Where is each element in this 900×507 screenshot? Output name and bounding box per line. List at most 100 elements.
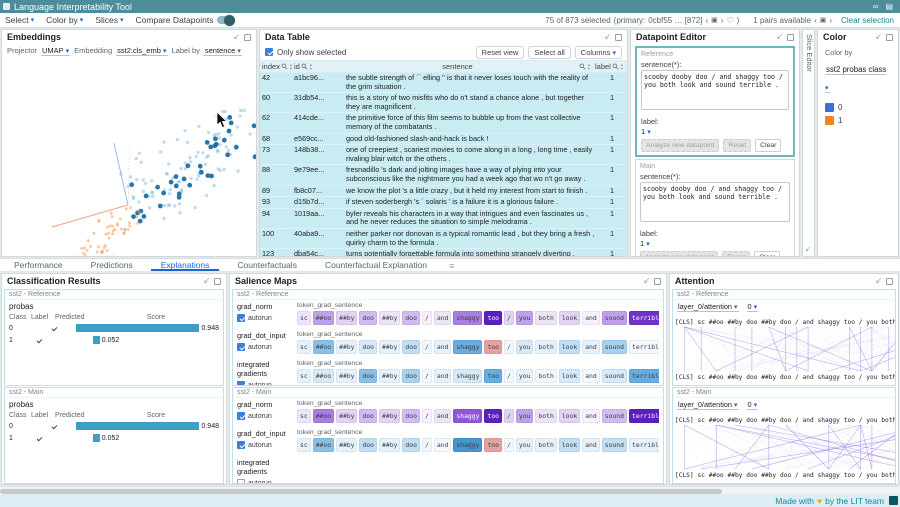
- table-row[interactable]: 42a1bc96...the subtle strength of `` ell…: [260, 73, 627, 93]
- salience-token[interactable]: too: [484, 409, 502, 423]
- tab-performance[interactable]: Performance: [0, 259, 77, 271]
- tab-counterfactuals[interactable]: Counterfactuals: [223, 259, 311, 271]
- salience-token[interactable]: both: [535, 340, 556, 354]
- salience-token[interactable]: ##by: [379, 340, 400, 354]
- salience-token[interactable]: shaggy: [453, 438, 482, 452]
- pin-datapoint-icon[interactable]: ▣: [711, 16, 718, 24]
- salience-token[interactable]: you: [516, 311, 534, 325]
- table-row[interactable]: 889e79ee...fresnadillo 's dark and jolti…: [260, 165, 627, 185]
- embedding-select[interactable]: sst2:cls_emb ▾: [116, 46, 167, 56]
- pin-pair-icon[interactable]: ▣: [820, 16, 827, 24]
- salience-token[interactable]: sc: [297, 311, 311, 325]
- sentence-textarea[interactable]: scooby dooby doo / and shaggy too / you …: [641, 70, 789, 110]
- slice-editor-collapsed[interactable]: Slice Editor ↙: [802, 29, 815, 257]
- salience-token[interactable]: /: [422, 311, 432, 325]
- salience-token[interactable]: you: [516, 369, 534, 383]
- collapse-icon[interactable]: ↙: [203, 277, 210, 285]
- layer-select[interactable]: layer_0/attention ▾: [677, 302, 739, 312]
- sort-icon[interactable]: ▲▼: [587, 63, 591, 70]
- salience-token[interactable]: sc: [297, 438, 311, 452]
- expand-icon[interactable]: ↙: [805, 245, 811, 253]
- salience-token[interactable]: sc: [297, 409, 311, 423]
- drag-handle-icon[interactable]: ≡: [449, 261, 454, 271]
- salience-token[interactable]: ##oo: [313, 438, 334, 452]
- salience-token[interactable]: ##oo: [313, 409, 334, 423]
- collapse-icon[interactable]: ↙: [875, 277, 882, 285]
- slices-menu[interactable]: Slices▾: [95, 15, 123, 25]
- autorun-checkbox[interactable]: [237, 343, 245, 351]
- salience-token[interactable]: ##by: [336, 311, 357, 325]
- maximize-icon[interactable]: [244, 34, 251, 41]
- scrollbar-thumb[interactable]: [0, 489, 722, 494]
- salience-token[interactable]: too: [484, 369, 502, 383]
- table-row[interactable]: 89fb8c07...we know the plot 's a little …: [260, 186, 627, 198]
- reset-button[interactable]: Reset: [723, 139, 751, 152]
- docs-icon[interactable]: ▤: [885, 2, 893, 11]
- only-show-selected-checkbox[interactable]: [265, 48, 273, 56]
- table-row[interactable]: 68e569cc...good old-fashioned slash-and-…: [260, 134, 627, 146]
- search-icon[interactable]: [612, 63, 619, 70]
- salience-token[interactable]: /: [422, 438, 432, 452]
- salience-token[interactable]: /: [422, 409, 432, 423]
- salience-token[interactable]: ##by: [336, 438, 357, 452]
- link-icon[interactable]: ∞: [873, 2, 879, 11]
- label-by-select[interactable]: sentence ▾: [204, 46, 242, 56]
- autorun-checkbox[interactable]: [237, 314, 245, 322]
- salience-token[interactable]: sc: [297, 369, 311, 383]
- sentence-textarea[interactable]: scooby dooby doo / and shaggy too / you …: [640, 182, 790, 222]
- salience-token[interactable]: too: [484, 311, 502, 325]
- salience-token[interactable]: terrible: [629, 409, 659, 423]
- table-row[interactable]: 93d15b7d...if steven soderbergh 's ` sol…: [260, 197, 627, 209]
- projector-select[interactable]: UMAP ▾: [41, 46, 70, 56]
- head-select[interactable]: 0 ▾: [747, 302, 759, 312]
- prev-datapoint-button[interactable]: ‹: [705, 16, 708, 25]
- collapse-icon[interactable]: ↙: [643, 277, 650, 285]
- autorun-checkbox[interactable]: [237, 381, 245, 386]
- maximize-icon[interactable]: [787, 34, 794, 41]
- maximize-icon[interactable]: [214, 278, 221, 285]
- salience-token[interactable]: ##by: [336, 369, 357, 383]
- salience-token[interactable]: ##by: [379, 438, 400, 452]
- salience-token[interactable]: sound: [602, 409, 627, 423]
- salience-token[interactable]: doo: [402, 409, 420, 423]
- salience-token[interactable]: /: [504, 340, 514, 354]
- salience-token[interactable]: sound: [602, 369, 627, 383]
- salience-token[interactable]: ##by: [379, 369, 400, 383]
- autorun-checkbox[interactable]: [237, 479, 245, 484]
- salience-token[interactable]: doo: [402, 340, 420, 354]
- salience-token[interactable]: and: [582, 409, 600, 423]
- collapse-icon[interactable]: ↙: [604, 33, 611, 41]
- salience-token[interactable]: ##by: [379, 409, 400, 423]
- table-row[interactable]: 123dba54c...turns potentially forgettabl…: [260, 249, 627, 257]
- salience-token[interactable]: shaggy: [453, 369, 482, 383]
- salience-token[interactable]: you: [516, 438, 534, 452]
- salience-token[interactable]: and: [582, 340, 600, 354]
- salience-token[interactable]: ##by: [336, 409, 357, 423]
- analyze-new-datapoint-button[interactable]: Analyze new datapoint: [641, 139, 719, 152]
- salience-token[interactable]: /: [504, 409, 514, 423]
- salience-token[interactable]: both: [535, 438, 556, 452]
- table-row[interactable]: 73148b38...one of creepiest , scariest m…: [260, 145, 627, 165]
- salience-token[interactable]: you: [516, 340, 534, 354]
- table-row[interactable]: 941019aa...byler reveals his characters …: [260, 209, 627, 229]
- clear-button[interactable]: Clear: [755, 139, 781, 152]
- search-icon[interactable]: [301, 63, 308, 70]
- next-pair-button[interactable]: ›: [829, 16, 832, 25]
- table-row[interactable]: 6031db54...this is a story of two misfit…: [260, 93, 627, 113]
- prev-pair-button[interactable]: ‹: [814, 16, 817, 25]
- salience-token[interactable]: /: [504, 311, 514, 325]
- clear-button[interactable]: Clear: [754, 251, 780, 257]
- salience-token[interactable]: doo: [359, 369, 377, 383]
- salience-token[interactable]: /: [504, 369, 514, 383]
- reset-button[interactable]: Reset: [722, 251, 750, 257]
- salience-token[interactable]: shaggy: [453, 311, 482, 325]
- salience-token[interactable]: look: [559, 311, 580, 325]
- salience-token[interactable]: terrible: [629, 340, 659, 354]
- collapse-icon[interactable]: ↙: [233, 33, 240, 41]
- attention-plot[interactable]: [CLS]sc##oo##bydoo##bydoo/andshaggytoo/y…: [673, 412, 896, 482]
- salience-token[interactable]: doo: [402, 369, 420, 383]
- salience-token[interactable]: both: [535, 409, 556, 423]
- collapse-icon[interactable]: ↙: [875, 33, 882, 41]
- maximize-icon[interactable]: [886, 278, 893, 285]
- clear-selection-link[interactable]: Clear selection: [841, 16, 894, 25]
